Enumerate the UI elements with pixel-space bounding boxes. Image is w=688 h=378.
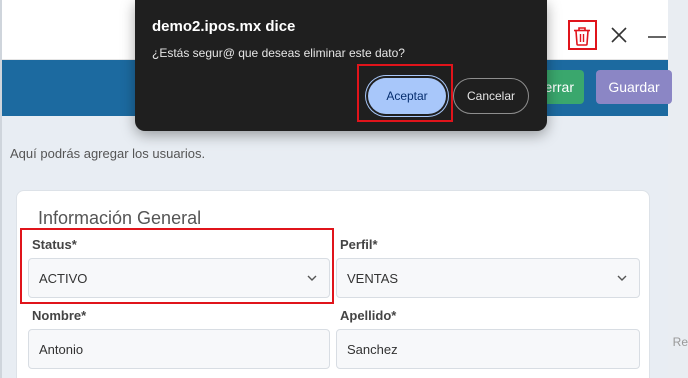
nombre-value: Antonio (39, 341, 84, 357)
perfil-label: Perfil* (340, 237, 378, 252)
chevron-down-icon (617, 275, 627, 281)
status-highlight (20, 228, 334, 304)
perfil-select[interactable]: VENTAS (336, 258, 640, 298)
save-button[interactable]: Guardar (596, 70, 672, 104)
minimize-icon (648, 36, 666, 38)
nombre-input[interactable]: Antonio (28, 329, 330, 369)
delete-highlight (568, 20, 597, 50)
dialog-title: demo2.ipos.mx dice (152, 18, 296, 35)
apellido-value: Sanchez (347, 341, 398, 357)
cancel-button[interactable]: Cancelar (453, 78, 529, 114)
apellido-input[interactable]: Sanchez (336, 329, 640, 369)
background-page-right (668, 0, 688, 378)
close-icon (611, 27, 627, 43)
background-text: Re (672, 335, 688, 349)
accept-highlight (357, 64, 453, 122)
nombre-label: Nombre* (32, 308, 87, 323)
minimize-button[interactable] (646, 26, 668, 48)
close-button[interactable] (608, 24, 630, 46)
perfil-value: VENTAS (347, 270, 399, 286)
section-title: Información General (38, 208, 202, 228)
dialog-message: ¿Estás segur@ que deseas eliminar este d… (152, 46, 405, 60)
page-description: Aquí podrás agregar los usuarios. (10, 146, 206, 161)
apellido-label: Apellido* (340, 308, 397, 323)
